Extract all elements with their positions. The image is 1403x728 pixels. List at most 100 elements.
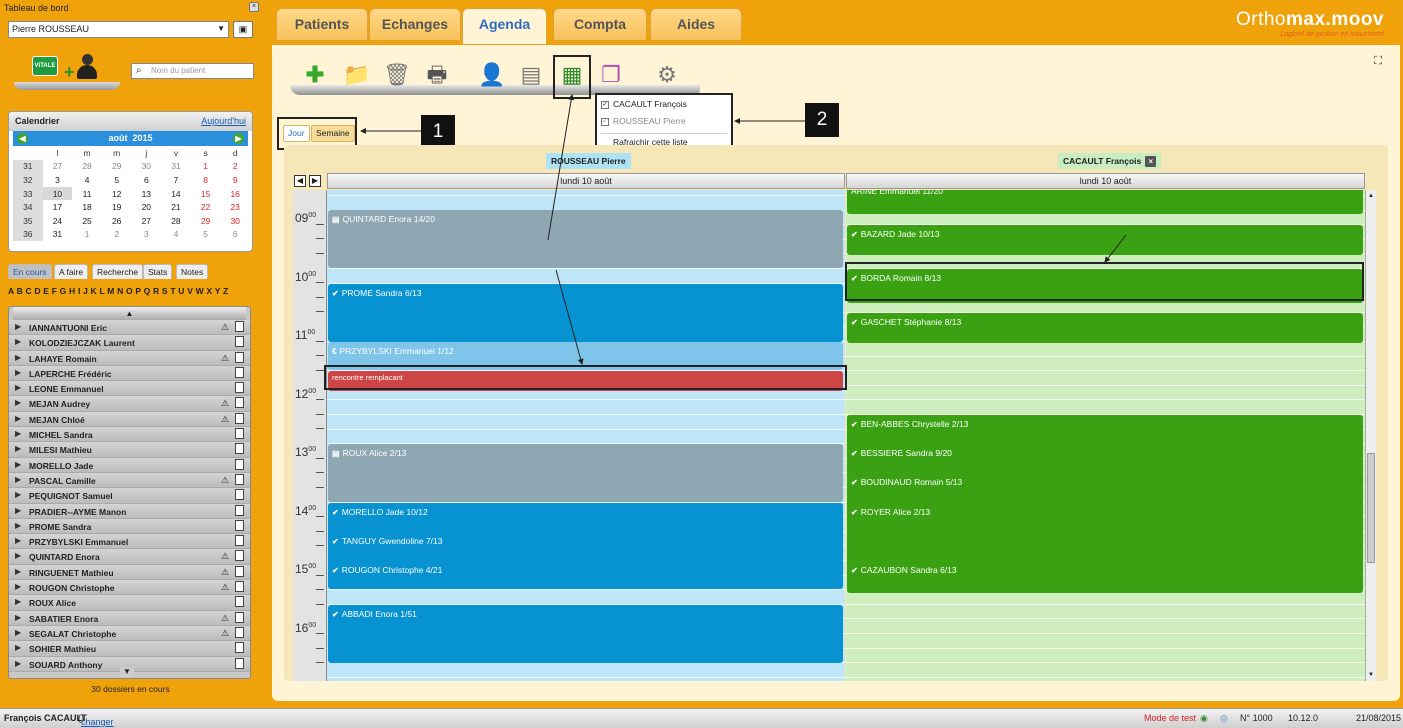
document-icon[interactable] bbox=[235, 366, 244, 378]
patient-row[interactable]: ▶ PRZYBYLSKI Emmanuel bbox=[9, 534, 250, 550]
calendar-day[interactable]: 5 bbox=[191, 228, 221, 242]
patient-row[interactable]: ▶ ROUX Alice bbox=[9, 595, 250, 611]
appointment[interactable]: ✔ TANGUY Gwendoline 7/13 bbox=[328, 532, 843, 560]
expand-icon[interactable]: ▶ bbox=[15, 337, 21, 346]
patient-row[interactable]: ▶ LAPERCHE Frédéric bbox=[9, 365, 250, 382]
tab-recherche[interactable]: Recherche bbox=[92, 264, 144, 279]
tab-compta[interactable]: Compta bbox=[553, 8, 647, 41]
calendar-day[interactable]: 29 bbox=[102, 160, 132, 174]
calendar-day[interactable]: 12 bbox=[102, 187, 132, 201]
calendar-day[interactable]: 3 bbox=[132, 228, 162, 242]
expand-icon[interactable]: ▶ bbox=[15, 429, 21, 438]
calendar-day[interactable]: 17 bbox=[43, 200, 73, 214]
expand-icon[interactable]: ▶ bbox=[15, 322, 21, 331]
appointment[interactable]: ✔ BAZARD Jade 10/13 bbox=[847, 225, 1363, 255]
expand-icon[interactable]: ▶ bbox=[15, 460, 21, 469]
expand-icon[interactable]: ▶ bbox=[15, 414, 21, 423]
calendar-day[interactable]: 31 bbox=[161, 160, 191, 174]
appointment[interactable]: ✔ ABBADI Enora 1/51 bbox=[328, 605, 843, 663]
scroll-down-icon[interactable]: ▼ bbox=[1367, 671, 1375, 679]
appointment[interactable]: ▤ ROUX Alice 2/13 bbox=[328, 444, 843, 502]
document-icon[interactable] bbox=[235, 489, 244, 501]
expand-icon[interactable]: ▶ bbox=[15, 444, 21, 453]
alphabet-filter[interactable]: A B C D E F G H I J K L M N O P Q R S T … bbox=[8, 286, 253, 300]
tab-a-faire[interactable]: A faire bbox=[54, 264, 89, 279]
patient-row[interactable]: ▶ ROUGON Christophe ⚠ bbox=[9, 580, 250, 596]
prev-month-icon[interactable]: ◀ bbox=[17, 133, 28, 144]
calendar-day[interactable]: 4 bbox=[161, 228, 191, 242]
tab-agenda[interactable]: Agenda bbox=[462, 8, 547, 45]
document-icon[interactable] bbox=[235, 473, 244, 485]
document-icon[interactable] bbox=[235, 321, 244, 332]
patient-row[interactable]: ▶ RINGUENET Mathieu ⚠ bbox=[9, 564, 250, 581]
practitioner-item-cacault[interactable]: ✓ CACAULT François bbox=[601, 99, 687, 109]
calendar-day[interactable]: 10 bbox=[42, 186, 73, 201]
expand-icon[interactable]: ▶ bbox=[15, 551, 21, 560]
settings-gear-icon[interactable]: ⚙ bbox=[652, 61, 682, 89]
calendar-day[interactable]: 20 bbox=[132, 200, 162, 214]
expand-icon[interactable]: ▶ bbox=[15, 613, 21, 622]
agenda-scrollbar[interactable]: ▲ ▼ bbox=[1365, 190, 1376, 681]
tab-stats[interactable]: Stats bbox=[143, 264, 173, 279]
today-link[interactable]: Aujourd'hui bbox=[201, 116, 246, 126]
patient-row[interactable]: ▶ MILESI Mathieu bbox=[9, 442, 250, 458]
calendar-day[interactable]: 1 bbox=[72, 228, 102, 242]
user-select[interactable]: Pierre ROUSSEAU ▼ bbox=[8, 21, 229, 38]
document-icon[interactable] bbox=[235, 611, 244, 623]
calendar-day[interactable]: 28 bbox=[72, 160, 102, 174]
appointment[interactable]: ✔ ROUGON Christophe 4/21 bbox=[328, 561, 843, 589]
document-icon[interactable] bbox=[235, 550, 244, 562]
document-icon[interactable] bbox=[235, 443, 244, 455]
person-icon[interactable]: 👤 bbox=[477, 61, 507, 89]
patient-row[interactable]: ▶ MEJAN Audrey ⚠ bbox=[9, 396, 250, 412]
document-icon[interactable] bbox=[235, 382, 244, 394]
calendar-day[interactable]: 25 bbox=[72, 214, 102, 228]
patient-search-input[interactable]: ⌕ Nom du patient bbox=[131, 63, 254, 79]
patient-row[interactable]: ▶ PASCAL Camille ⚠ bbox=[9, 472, 250, 489]
appointment[interactable]: ✔ BEN-ABBES Chrystelle 2/13 bbox=[847, 415, 1363, 443]
calendar-day[interactable]: 23 bbox=[220, 200, 250, 214]
document-icon[interactable] bbox=[235, 519, 244, 531]
add-patient-icon[interactable]: + bbox=[64, 54, 98, 82]
tab-en-cours[interactable]: En cours bbox=[8, 264, 52, 279]
tab-aides[interactable]: Aides bbox=[650, 8, 742, 41]
appointment[interactable]: ✔ PROME Sandra 6/13 bbox=[328, 284, 843, 342]
patient-row[interactable]: ▶ PEQUIGNOT Samuel bbox=[9, 488, 250, 504]
scroll-up-icon[interactable]: ▲ bbox=[1367, 192, 1375, 200]
expand-icon[interactable]: ▶ bbox=[15, 383, 21, 392]
calendar-day[interactable]: 2 bbox=[102, 228, 132, 242]
scroll-up-icon[interactable]: ▲ bbox=[13, 307, 246, 320]
calendar-day[interactable]: 31 bbox=[43, 228, 73, 242]
patient-row[interactable]: ▶ LEONE Emmanuel bbox=[9, 381, 250, 397]
document-icon[interactable] bbox=[235, 581, 244, 593]
practitioner-item-rousseau[interactable]: ✓ ROUSSEAU Pierre bbox=[601, 116, 686, 126]
patient-row[interactable]: ▶ SOHIER Mathieu bbox=[9, 641, 250, 657]
patient-row[interactable]: ▶ MEJAN Chloé ⚠ bbox=[9, 411, 250, 428]
calendar-day[interactable]: 16 bbox=[220, 187, 250, 201]
expand-icon[interactable]: ▶ bbox=[15, 597, 21, 606]
print-icon[interactable]: 🖶 bbox=[422, 61, 452, 89]
appointment[interactable]: ✔ MORELLO Jade 10/12 bbox=[328, 503, 843, 531]
change-user-link[interactable]: changer bbox=[81, 717, 114, 727]
calendar-day[interactable]: 4 bbox=[72, 173, 102, 187]
patient-row[interactable]: ▶ PROME Sandra bbox=[9, 518, 250, 535]
document-icon[interactable] bbox=[235, 397, 244, 409]
folder-icon[interactable]: 📁 bbox=[342, 61, 372, 89]
calendar-day[interactable]: 22 bbox=[191, 200, 221, 214]
calendar-day[interactable]: 30 bbox=[220, 214, 250, 228]
expand-icon[interactable]: ▶ bbox=[15, 643, 21, 652]
patient-row[interactable]: ▶ MICHEL Sandra bbox=[9, 427, 250, 443]
tab-echanges[interactable]: Echanges bbox=[369, 8, 461, 41]
expand-icon[interactable]: ▶ bbox=[15, 475, 21, 484]
vitale-card-icon[interactable]: VITALE bbox=[32, 56, 58, 76]
close-column-icon[interactable]: × bbox=[1145, 156, 1157, 167]
expand-icon[interactable]: ▶ bbox=[15, 398, 21, 407]
expand-icon[interactable]: ▶ bbox=[15, 368, 21, 377]
patient-row[interactable]: ▶ MORELLO Jade bbox=[9, 457, 250, 473]
checkbox-icon[interactable]: ✓ bbox=[601, 117, 609, 126]
calendar-day[interactable]: 27 bbox=[132, 214, 162, 228]
calendar-day[interactable]: 3 bbox=[43, 173, 73, 187]
appointment[interactable]: ✔ ROYER Alice 2/13 bbox=[847, 503, 1363, 559]
appointment[interactable]: ✔ BESSIERE Sandra 9/20 bbox=[847, 444, 1363, 472]
appointment[interactable]: ✔ BOUDINAUD Romain 5/13 bbox=[847, 473, 1363, 501]
